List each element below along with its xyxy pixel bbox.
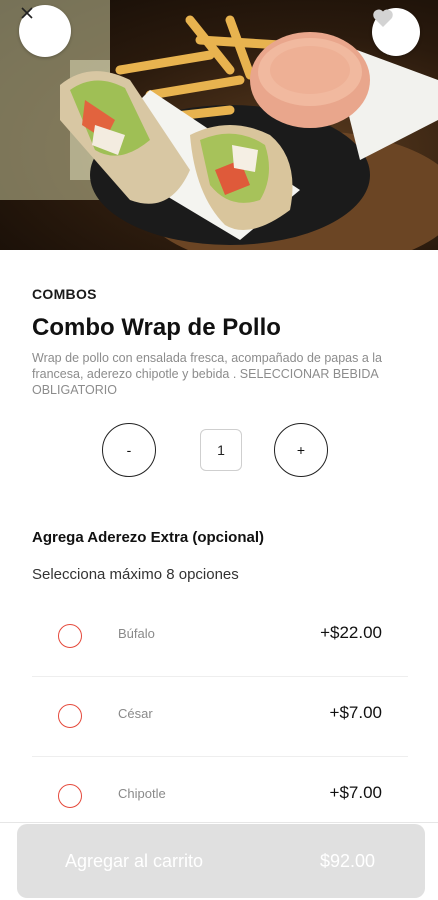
option-price: +$7.00 [329,703,382,722]
favorite-button[interactable] [372,8,420,56]
option-radio[interactable] [58,784,82,808]
extra-option-bufalo[interactable]: Búfalo +$22.00 [32,597,408,677]
product-category: COMBOS [32,286,97,302]
option-radio[interactable] [58,704,82,728]
close-button[interactable] [19,5,71,57]
add-to-cart-button[interactable]: Agregar al carrito $92.00 [17,824,425,898]
extras-section-subtitle: Selecciona máximo 8 opciones [32,566,239,583]
add-to-cart-label: Agregar al carrito [65,850,204,871]
product-title: Combo Wrap de Pollo [32,314,281,341]
option-label: César [118,706,153,721]
product-image [0,0,438,250]
cart-total: $92.00 [319,850,375,871]
decrease-quantity-button[interactable]: - [102,423,156,477]
quantity-value: 1 [200,429,242,471]
extras-section-title: Agrega Aderezo Extra (opcional) [32,529,264,546]
heart-icon [373,9,393,28]
option-price: +$7.00 [329,783,382,802]
option-radio[interactable] [58,624,82,648]
option-label: Búfalo [118,626,155,641]
increase-quantity-button[interactable]: + [274,423,328,477]
product-description: Wrap de pollo con ensalada fresca, acomp… [32,351,383,397]
close-icon [21,7,33,19]
extra-option-cesar[interactable]: César +$7.00 [32,677,408,757]
option-label: Chipotle [118,786,166,801]
option-price: +$22.00 [320,623,382,642]
